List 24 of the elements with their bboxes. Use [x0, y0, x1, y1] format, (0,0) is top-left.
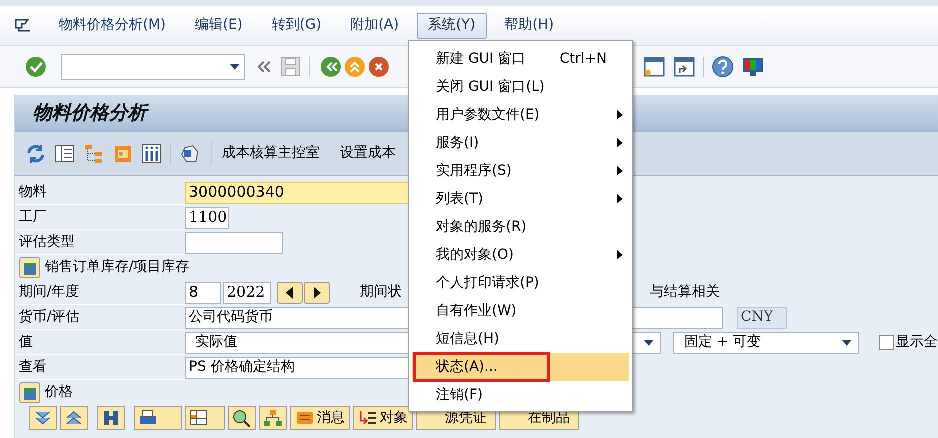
menu-option-label: 用户参数文件(E): [436, 106, 540, 124]
menu-option-label: 自有作业(W): [436, 302, 517, 320]
menu-option-label: 个人打印请求(P): [436, 274, 540, 292]
shortcut-label: Ctrl+N: [560, 50, 607, 68]
menu-option-label: 短信息(H): [436, 330, 500, 348]
menu-option-label: 状态(A)...: [436, 358, 498, 376]
menu-option-label: 实用程序(S): [436, 162, 512, 180]
menu-option-label: 服务(I): [436, 134, 480, 152]
field-label: 期间状: [360, 283, 402, 302]
menu-option-label: 我的对象(O): [436, 246, 514, 264]
dropdown-value: 实际值: [196, 333, 238, 352]
menu-option-label: 新建 GUI 窗口: [436, 50, 526, 68]
screen-title: 物料价格分析: [33, 98, 147, 128]
menu-option-label: 对象的服务(R): [436, 218, 527, 236]
menu-option-label: 关闭 GUI 窗口(L): [436, 78, 545, 96]
section-label: 销售订单库存/项目库存: [45, 258, 190, 277]
checkbox-label: 显示全: [896, 333, 938, 352]
dropdown-value: 固定 + 可变: [684, 333, 762, 352]
currency-code: CNY: [737, 306, 787, 328]
menu-option-label: 列表(T): [436, 190, 484, 208]
menu-option-label: 注销(F): [436, 386, 483, 404]
field-label: 与结算相关: [650, 283, 720, 302]
section-label: 价格: [45, 383, 73, 402]
field-label: 值: [15, 330, 185, 355]
